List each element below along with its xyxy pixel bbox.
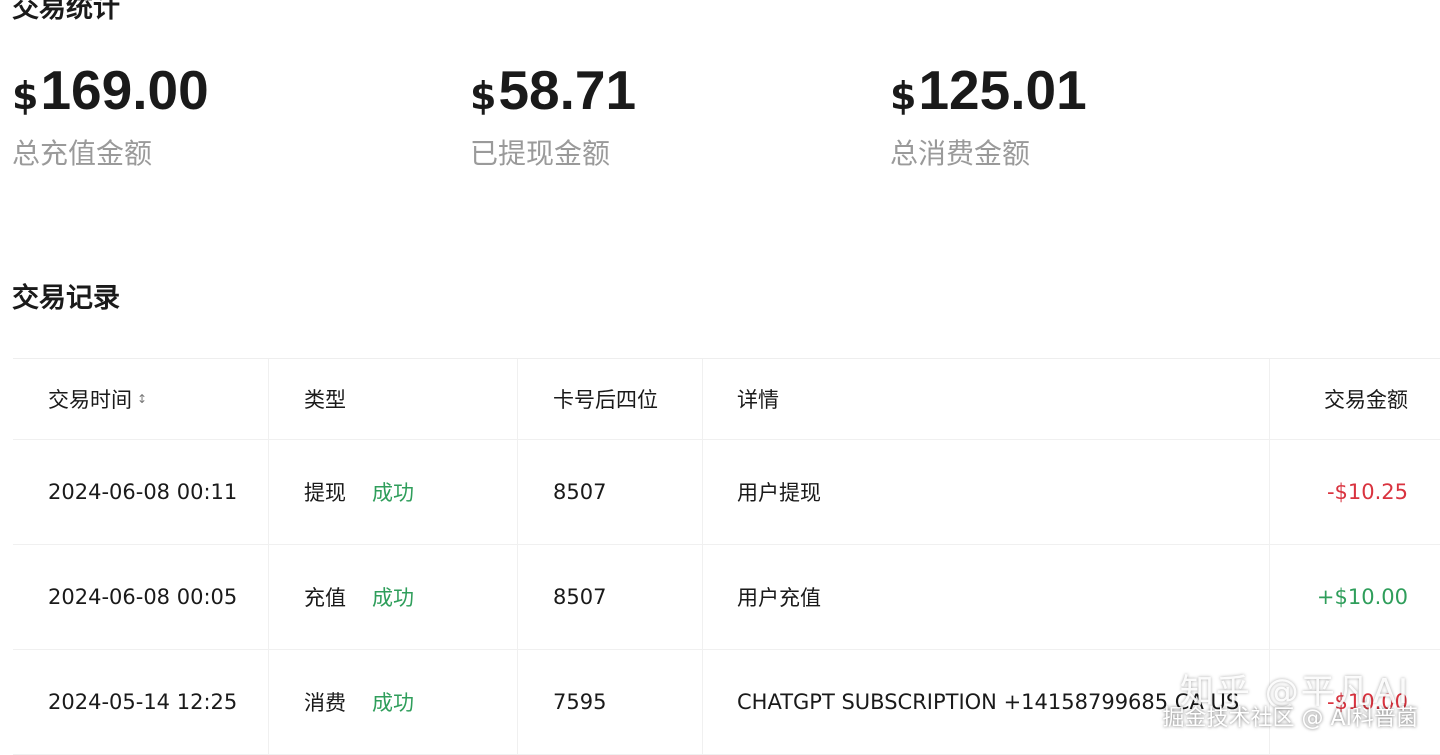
stat-value: 58.71 [498,59,637,121]
stat-total-recharge: $ 169.00 总充值金额 [12,58,209,172]
cell-time: 2024-06-08 00:05 [13,545,269,649]
currency-symbol: $ [890,74,917,118]
status-badge: 成功 [372,586,414,610]
cell-detail: 用户提现 [703,440,1270,544]
cell-card-last4: 7595 [518,650,703,754]
stat-value: 169.00 [40,59,209,121]
cell-type: 充值 成功 [269,545,518,649]
table-row: 2024-06-08 00:05 充值 成功 8507 用户充值 +$10.00 [13,545,1440,650]
column-header-label: 类型 [304,388,346,412]
records-section-title: 交易记录 [12,283,120,314]
stat-label: 已提现金额 [470,137,611,170]
stats-section-title: 交易统计 [12,0,120,24]
stat-value: 125.01 [918,59,1087,121]
stat-label: 总充值金额 [12,137,153,170]
stat-withdrawn: $ 58.71 已提现金额 [470,58,636,172]
column-header-detail: 详情 [703,359,1270,439]
sort-icon[interactable]: ↕ [137,393,147,405]
column-header-label: 交易时间 [48,388,132,412]
cell-type: 提现 成功 [269,440,518,544]
table-row: 2024-06-08 00:11 提现 成功 8507 用户提现 -$10.25 [13,440,1440,545]
currency-symbol: $ [470,74,497,118]
status-badge: 成功 [372,691,414,715]
column-header-time[interactable]: 交易时间 ↕ [13,359,269,439]
type-label: 提现 [304,481,346,505]
column-header-amount: 交易金额 [1270,359,1440,439]
column-header-card: 卡号后四位 [518,359,703,439]
cell-time: 2024-06-08 00:11 [13,440,269,544]
type-label: 充值 [304,586,346,610]
column-header-label: 详情 [737,388,779,412]
currency-symbol: $ [12,74,39,118]
status-badge: 成功 [372,481,414,505]
stat-label: 总消费金额 [890,137,1031,170]
cell-amount: -$10.25 [1326,480,1408,504]
column-header-label: 卡号后四位 [553,388,658,412]
watermark-juejin: 掘金技术社区 @ AI科普菌 [1162,706,1418,731]
cell-detail: 用户充值 [703,545,1270,649]
type-label: 消费 [304,691,346,715]
cell-card-last4: 8507 [518,545,703,649]
column-header-label: 交易金额 [1324,388,1408,412]
column-header-type: 类型 [269,359,518,439]
cell-type: 消费 成功 [269,650,518,754]
cell-card-last4: 8507 [518,440,703,544]
cell-amount: +$10.00 [1316,585,1408,609]
stat-total-spend: $ 125.01 总消费金额 [890,58,1087,172]
table-header-row: 交易时间 ↕ 类型 卡号后四位 详情 交易金额 [13,359,1440,440]
cell-time: 2024-05-14 12:25 [13,650,269,754]
